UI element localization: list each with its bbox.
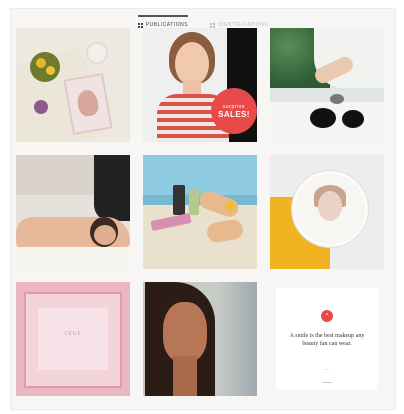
sale-badge-line2: SALES! (218, 109, 250, 119)
image-towel (16, 247, 130, 269)
quote-card: “ A smile is the best makeup any beauty … (276, 288, 378, 390)
image-cap (225, 201, 235, 211)
image-flower (34, 100, 48, 114)
image-neck (173, 356, 197, 396)
image-reflection-face (318, 191, 342, 221)
image-jar-lid (330, 94, 344, 104)
image-plate (30, 52, 60, 82)
post-model-sale[interactable]: surprise SALES! (143, 28, 257, 142)
quote-text: A smile is the best makeup any beauty fa… (289, 333, 365, 347)
quote-icon: “ (321, 310, 333, 322)
sale-badge: surprise SALES! (211, 88, 257, 134)
divider (322, 382, 332, 383)
post-portrait-woman[interactable] (143, 282, 257, 396)
image-face (163, 302, 207, 362)
image-lemon (46, 66, 55, 75)
image-background-shade (217, 282, 257, 396)
grid-icon (137, 22, 143, 28)
image-lemon (36, 58, 46, 68)
post-quote-card[interactable]: “ A smile is the best makeup any beauty … (270, 282, 384, 396)
image-bottle (189, 189, 199, 215)
image-jar (342, 110, 364, 128)
tag-icon (210, 22, 216, 28)
quote-author: — (324, 366, 330, 371)
image-cup (86, 42, 108, 64)
image-therapist (94, 155, 130, 221)
image-jar (310, 108, 336, 128)
image-magazine (63, 72, 113, 136)
image-box-lid (38, 308, 108, 370)
post-pink-gift-box[interactable]: CEGE (16, 282, 130, 396)
image-sky (143, 155, 257, 195)
post-back-massage[interactable] (16, 155, 130, 269)
post-compact-mirror[interactable] (270, 155, 384, 269)
image-counter (143, 205, 257, 269)
post-product-testing[interactable] (143, 155, 257, 269)
image-bottle (173, 185, 185, 215)
post-flat-lay-skincare[interactable] (16, 28, 130, 142)
box-brand-text: CEGE (64, 332, 82, 337)
post-skincare-jars[interactable] (270, 28, 384, 142)
image-face (94, 225, 116, 245)
